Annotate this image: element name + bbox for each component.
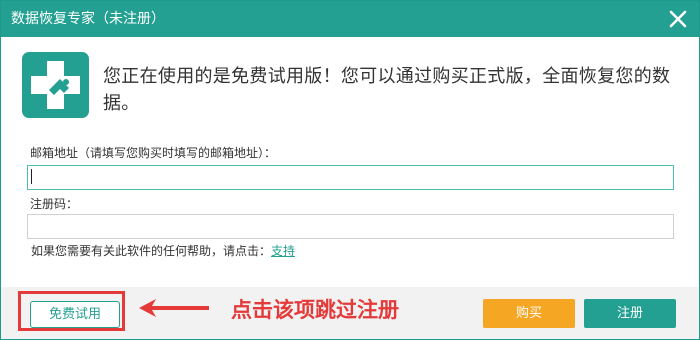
left-arrow-icon xyxy=(139,299,209,317)
buy-button[interactable]: 购买 xyxy=(483,299,575,328)
email-label: 邮箱地址（请填写您购买时填写的邮箱地址）： xyxy=(30,146,277,160)
support-link[interactable]: 支持 xyxy=(271,244,295,258)
app-logo xyxy=(22,52,89,118)
register-button[interactable]: 注册 xyxy=(584,299,676,328)
close-icon xyxy=(669,10,687,28)
trial-message: 您正在使用的是免费试用版！您可以通过购买正式版，全面恢复您的数据。 xyxy=(103,66,671,114)
register-dialog: 数据恢复专家（未注册） 您正在使用的是免费试用版！您可以通过购买正式版，全面恢复… xyxy=(0,0,700,340)
annotation-text: 点击该项跳过注册 xyxy=(231,298,399,322)
email-input[interactable] xyxy=(27,165,674,190)
help-line: 如果您需要有关此软件的任何帮助，请点击：支持 xyxy=(31,243,295,259)
registration-code-label: 注册码： xyxy=(30,197,79,211)
registration-code-input[interactable] xyxy=(27,214,674,239)
close-button[interactable] xyxy=(665,6,691,32)
text-caret xyxy=(31,169,32,184)
window-title: 数据恢复专家（未注册） xyxy=(11,11,165,27)
title-bar: 数据恢复专家（未注册） xyxy=(1,1,699,37)
highlight-box xyxy=(18,291,125,331)
help-text: 如果您需要有关此软件的任何帮助，请点击： xyxy=(31,244,272,258)
medical-cross-logo-icon xyxy=(31,61,80,109)
